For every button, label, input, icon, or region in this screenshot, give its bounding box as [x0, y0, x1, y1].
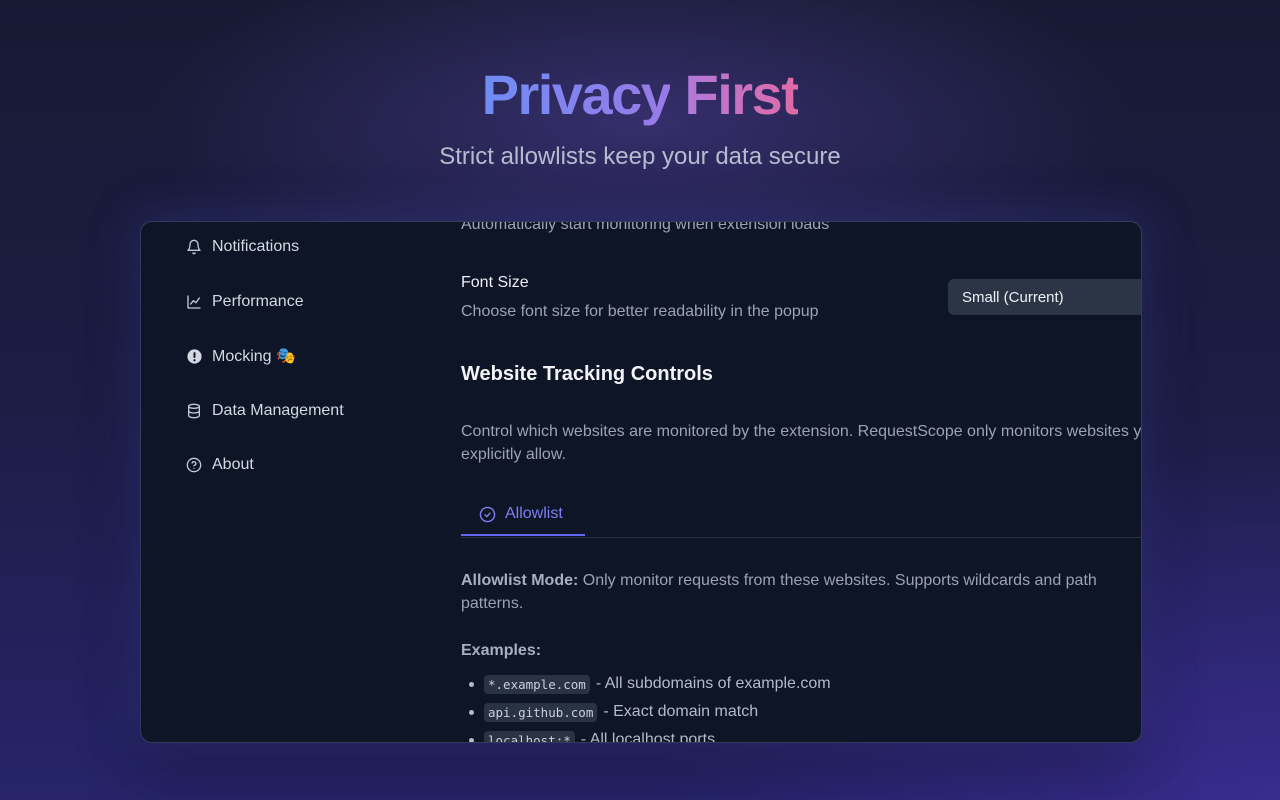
- sidebar-item-mocking[interactable]: Mocking 🎭: [185, 344, 296, 368]
- tab-label: Allowlist: [505, 505, 563, 522]
- example-code: *.example.com: [484, 674, 590, 694]
- chart-icon: [185, 293, 203, 311]
- section-title: Website Tracking Controls: [461, 363, 713, 385]
- sidebar-item-about[interactable]: About: [185, 453, 254, 477]
- bell-icon: [185, 238, 203, 256]
- hero-title-word-privacy: Privacy: [481, 63, 672, 126]
- allowlist-mode-label: Allowlist Mode:: [461, 572, 579, 589]
- autostart-description: Automatically start monitoring when exte…: [461, 221, 830, 233]
- example-code: localhost:*: [484, 730, 575, 742]
- list-item: api.github.com - Exact domain match: [469, 701, 758, 723]
- tab-allowlist[interactable]: Allowlist: [461, 494, 585, 536]
- list-item: localhost:* - All localhost ports: [469, 729, 716, 743]
- font-size-select[interactable]: Small (Current): [948, 279, 1141, 315]
- bullet: [469, 709, 474, 715]
- font-size-select-value: Small (Current): [962, 288, 1064, 306]
- example-text: - All subdomains of example.com: [595, 675, 831, 692]
- sidebar-item-label: Notifications: [212, 238, 300, 255]
- example-code: api.github.com: [484, 702, 598, 722]
- hero-subtitle: Strict allowlists keep your data secure: [439, 143, 841, 170]
- tab-divider: [461, 537, 1141, 538]
- database-icon: [185, 402, 203, 420]
- allowlist-mode-line2: patterns.: [461, 595, 524, 612]
- sidebar-item-label: Mocking 🎭: [212, 348, 296, 365]
- font-size-description: Choose font size for better readability …: [461, 303, 819, 320]
- sidebar-item-performance[interactable]: Performance: [185, 290, 304, 314]
- sidebar-item-label: About: [212, 456, 254, 473]
- hero-title-word-first: First: [684, 63, 799, 126]
- settings-content: Automatically start monitoring when exte…: [461, 222, 1141, 742]
- example-text: - All localhost ports: [580, 731, 716, 743]
- list-item: *.example.com - All subdomains of exampl…: [469, 673, 831, 695]
- example-text: - Exact domain match: [603, 703, 759, 720]
- tracking-description-line2: explicitly allow.: [461, 446, 566, 463]
- sidebar-item-label: Data Management: [212, 402, 344, 419]
- settings-window: Notifications Performance Mocking 🎭 Data…: [140, 221, 1142, 743]
- alert-circle-icon: [185, 347, 203, 365]
- help-circle-icon: [185, 456, 203, 474]
- sidebar: Notifications Performance Mocking 🎭 Data…: [141, 222, 441, 742]
- bullet: [469, 681, 474, 687]
- check-circle-icon: [479, 506, 496, 523]
- sidebar-item-data-management[interactable]: Data Management: [185, 399, 344, 423]
- bullet: [469, 737, 474, 742]
- allowlist-mode-line1: Allowlist Mode: Only monitor requests fr…: [461, 569, 1097, 592]
- allowlist-mode-text: Only monitor requests from these website…: [578, 572, 1097, 589]
- tracking-description-line1: Control which websites are monitored by …: [461, 423, 1142, 440]
- font-size-label: Font Size: [461, 274, 529, 291]
- sidebar-item-notifications[interactable]: Notifications: [185, 235, 299, 259]
- hero-title: Privacy First: [0, 62, 1280, 128]
- sidebar-item-label: Performance: [212, 293, 304, 310]
- examples-label: Examples:: [461, 642, 542, 659]
